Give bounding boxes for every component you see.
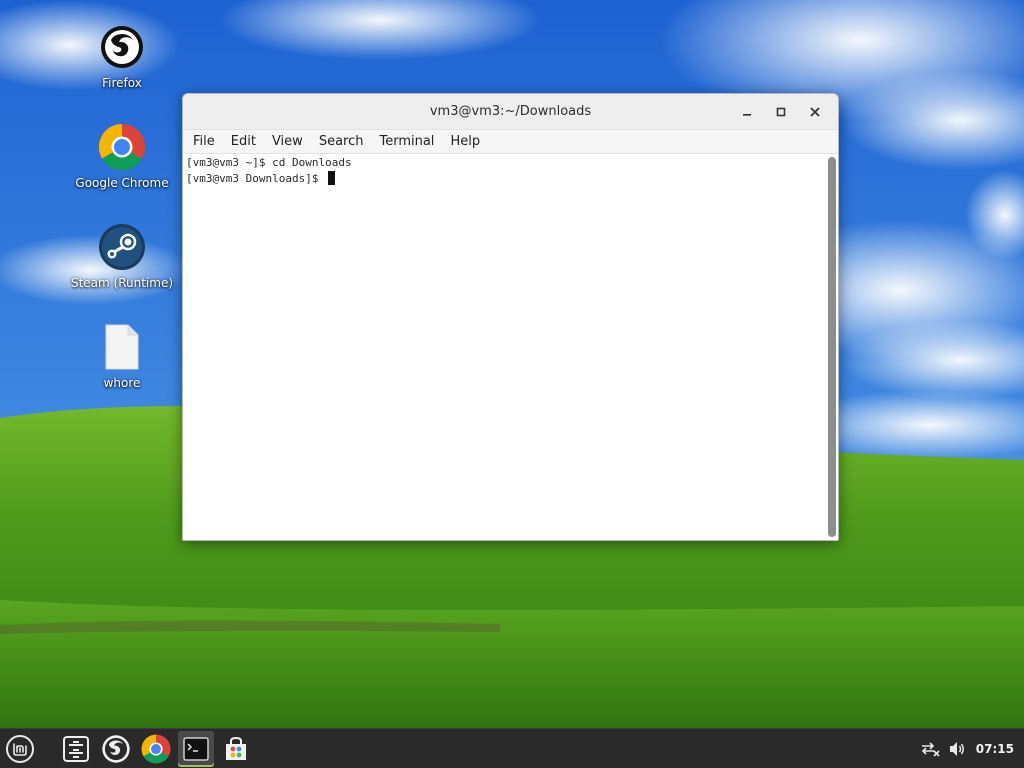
- menu-button[interactable]: [2, 731, 38, 767]
- maximize-icon: [776, 107, 786, 117]
- desktop-icon-label: whore: [103, 376, 141, 390]
- desktop-icon-label: Firefox: [102, 76, 142, 90]
- system-tray: 07:15: [920, 729, 1014, 768]
- steam-icon: [97, 222, 147, 272]
- terminal-prompt: [vm3@vm3 Downloads]$: [186, 172, 326, 185]
- menu-help[interactable]: Help: [442, 130, 488, 154]
- menu-edit[interactable]: Edit: [223, 130, 264, 154]
- close-button[interactable]: [798, 98, 832, 126]
- close-icon: [810, 107, 820, 117]
- text-cursor: [328, 171, 336, 185]
- chrome-icon: [141, 734, 171, 763]
- firefox-icon: [97, 22, 147, 72]
- window-titlebar[interactable]: vm3@vm3:~/Downloads: [183, 94, 838, 130]
- mint-menu-icon: [6, 734, 34, 763]
- terminal-icon: [183, 736, 209, 761]
- volume-control[interactable]: [948, 741, 966, 757]
- desktop-icon-firefox[interactable]: Firefox: [67, 22, 177, 90]
- window-controls: [730, 94, 832, 130]
- terminal-window[interactable]: vm3@vm3:~/Downloads File Edit View Searc…: [182, 93, 839, 541]
- taskbar: 07:15: [0, 728, 1024, 768]
- clock[interactable]: 07:15: [976, 742, 1014, 756]
- minimize-icon: [743, 114, 751, 116]
- file-icon: [97, 322, 147, 372]
- minimize-button[interactable]: [730, 98, 764, 126]
- menu-file[interactable]: File: [185, 130, 223, 154]
- desktop-icon-google-chrome[interactable]: Google Chrome: [67, 122, 177, 190]
- taskbar-file-manager[interactable]: [58, 731, 94, 767]
- window-title: vm3@vm3:~/Downloads: [429, 104, 592, 119]
- taskbar-terminal[interactable]: [178, 730, 214, 767]
- terminal-menubar: File Edit View Search Terminal Help: [183, 130, 838, 154]
- terminal-prompt-line: [vm3@vm3 Downloads]$: [183, 171, 838, 187]
- taskbar-firefox[interactable]: [98, 731, 134, 767]
- taskbar-chrome[interactable]: [138, 731, 174, 767]
- maximize-button[interactable]: [764, 98, 798, 126]
- menu-terminal[interactable]: Terminal: [371, 130, 442, 154]
- vertical-scrollbar[interactable]: [828, 157, 836, 537]
- desktop-icon-label: Steam (Runtime): [70, 276, 174, 290]
- chrome-icon: [97, 122, 147, 172]
- terminal-output[interactable]: [vm3@vm3 ~]$ cd Downloads [vm3@vm3 Downl…: [183, 155, 838, 540]
- file-manager-icon: [63, 735, 89, 762]
- firefox-icon: [102, 734, 130, 763]
- network-disconnected-icon: [921, 742, 940, 757]
- desktop-icon-label: Google Chrome: [75, 176, 169, 190]
- desktop-icon-steam[interactable]: Steam (Runtime): [67, 222, 177, 290]
- volume-icon: [949, 742, 964, 756]
- network-status[interactable]: [920, 741, 940, 757]
- desktop-icon-file[interactable]: whore: [67, 322, 177, 390]
- software-manager-icon: [226, 736, 246, 760]
- menu-view[interactable]: View: [264, 130, 311, 154]
- terminal-line: [vm3@vm3 ~]$ cd Downloads: [186, 156, 352, 169]
- taskbar-software-manager[interactable]: [218, 731, 254, 767]
- menu-search[interactable]: Search: [311, 130, 372, 154]
